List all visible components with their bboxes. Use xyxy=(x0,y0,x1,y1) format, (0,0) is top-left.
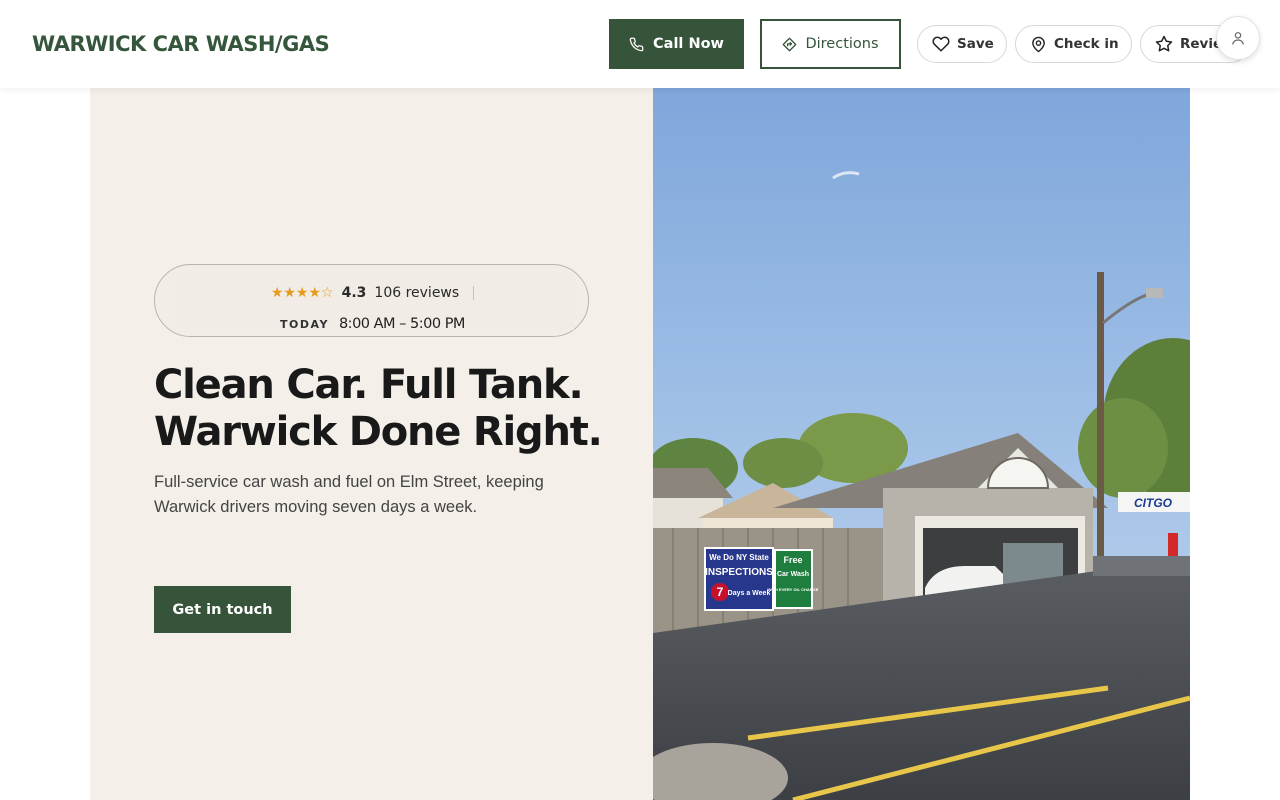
hero-photo: We Do NY State INSPECTIONS 7 Days a Week… xyxy=(653,88,1190,800)
directions-icon xyxy=(783,37,797,51)
check-in-label: Check in xyxy=(1054,36,1119,52)
hero-text-panel: ★★★★☆ 4.3 106 reviews TODAY 8:00 AM – 5:… xyxy=(90,88,653,800)
call-now-button[interactable]: Call Now xyxy=(609,19,744,69)
car-wash-photo-illustration: We Do NY State INSPECTIONS 7 Days a Week… xyxy=(653,88,1190,800)
citgo-sign: CITGO xyxy=(1134,496,1173,510)
save-button[interactable]: Save xyxy=(917,25,1007,63)
hours-value: 8:00 AM – 5:00 PM xyxy=(338,316,466,332)
star-icon xyxy=(1155,35,1173,52)
sign1-line1: We Do NY State xyxy=(709,553,769,562)
headline-line-2: Warwick Done Right. xyxy=(154,409,603,455)
rating-row: ★★★★☆ 4.3 106 reviews xyxy=(171,285,574,301)
user-icon xyxy=(1232,32,1244,45)
map-pin-icon xyxy=(1032,36,1045,52)
directions-label: Directions xyxy=(805,36,879,52)
hero-subcopy: Full-service car wash and fuel on Elm St… xyxy=(154,473,544,516)
call-now-label: Call Now xyxy=(653,36,724,52)
headline-line-1: Clean Car. Full Tank. xyxy=(154,362,584,408)
hours-row: TODAY 8:00 AM – 5:00 PM xyxy=(171,316,574,332)
sign1-line3: Days a Week xyxy=(728,590,771,597)
rating-value: 4.3 xyxy=(341,285,367,301)
sign1-number: 7 xyxy=(717,585,724,599)
sign1-line2: INSPECTIONS xyxy=(705,567,773,578)
site-header: WARWICK CAR WASH/GAS Call Now Directions… xyxy=(0,0,1280,88)
rating-divider xyxy=(473,286,475,300)
directions-button[interactable]: Directions xyxy=(760,19,901,69)
today-label: TODAY xyxy=(280,317,329,331)
sign2-line3: WITH EVERY OIL CHANGE xyxy=(768,587,819,592)
get-in-touch-button[interactable]: Get in touch xyxy=(154,586,291,633)
sign2-line1: Free xyxy=(783,555,802,565)
rating-hours-card[interactable]: ★★★★☆ 4.3 106 reviews TODAY 8:00 AM – 5:… xyxy=(154,264,589,337)
save-label: Save xyxy=(957,36,994,52)
review-count: 106 reviews xyxy=(374,285,460,301)
account-avatar-button[interactable] xyxy=(1216,16,1260,60)
heart-icon xyxy=(932,36,950,52)
brand-name[interactable]: WARWICK CAR WASH/GAS xyxy=(32,32,330,56)
sign2-line2: Car Wash xyxy=(777,571,809,578)
star-rating-icon: ★★★★☆ xyxy=(270,285,334,301)
hero-headline: Clean Car. Full Tank. Warwick Done Right… xyxy=(154,362,634,456)
rating-hours-inner: ★★★★☆ 4.3 106 reviews TODAY 8:00 AM – 5:… xyxy=(171,273,574,332)
check-in-button[interactable]: Check in xyxy=(1015,25,1132,63)
phone-icon xyxy=(629,37,644,51)
